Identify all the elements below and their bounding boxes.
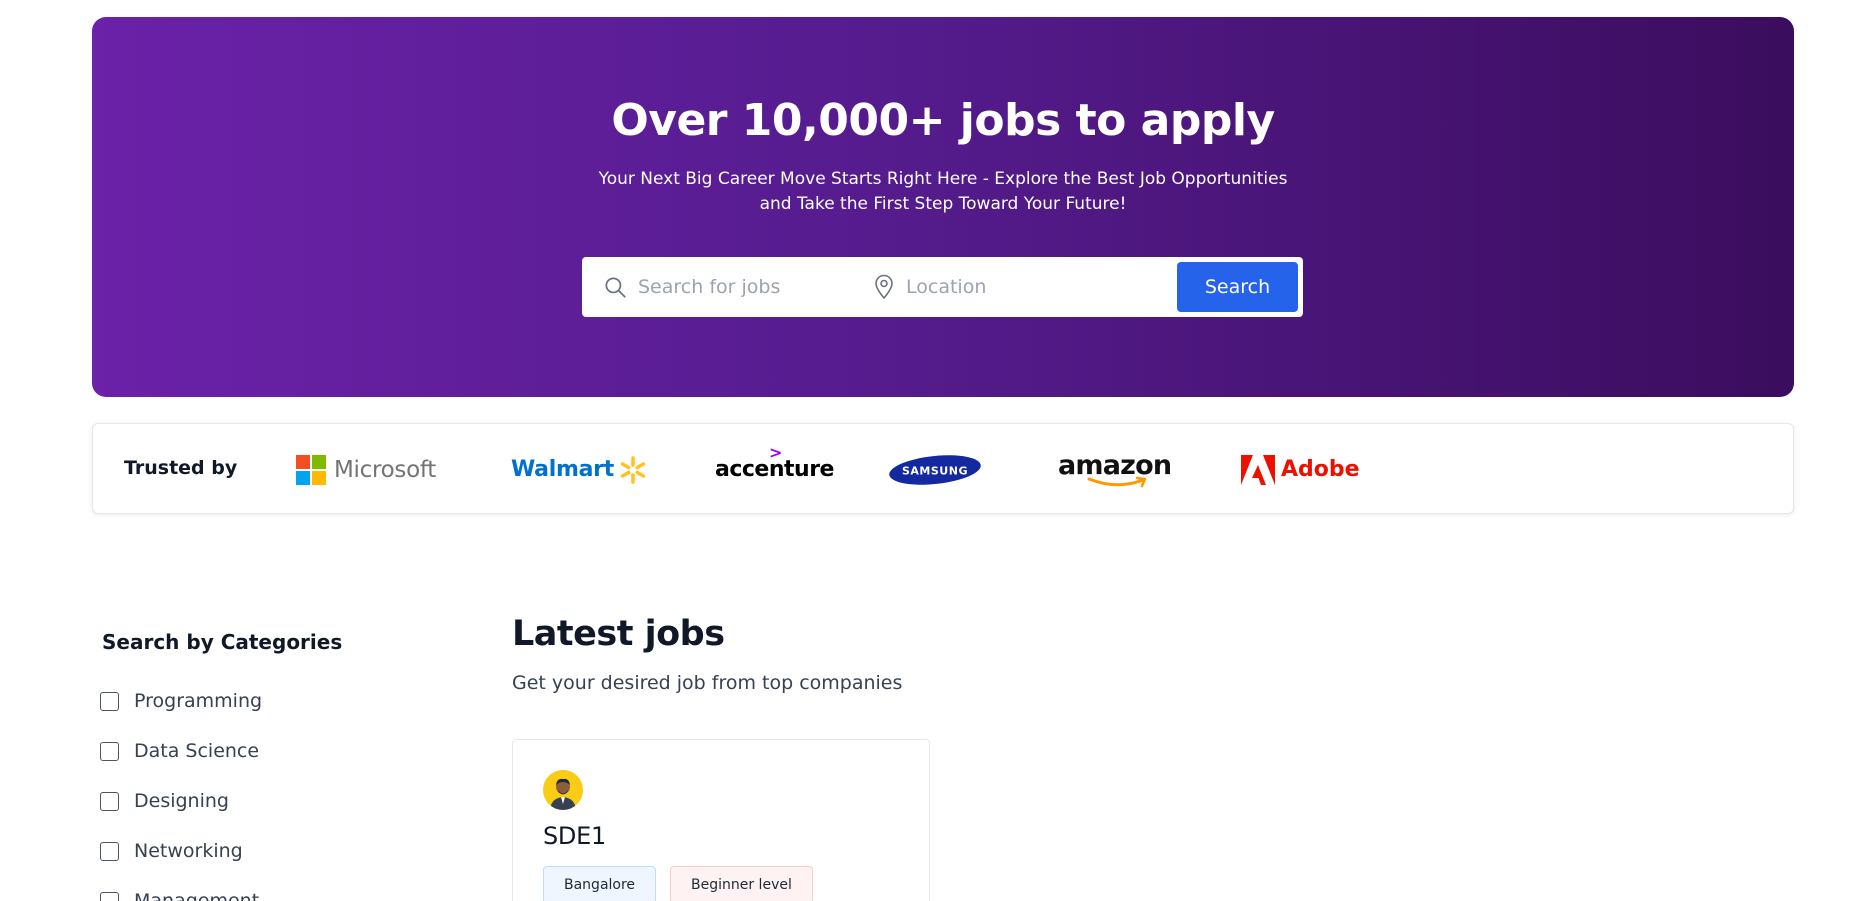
hero-banner: Over 10,000+ jobs to apply Your Next Big… <box>92 17 1794 397</box>
category-list: Programming Data Science Designing Netwo… <box>100 676 262 901</box>
location-search-field <box>862 257 1154 317</box>
category-label: Designing <box>134 790 229 812</box>
samsung-logo: SAMSUNG <box>888 424 982 515</box>
latest-jobs-title: Latest jobs <box>512 614 725 654</box>
category-item-programming[interactable]: Programming <box>100 676 262 726</box>
category-checkbox[interactable] <box>100 891 119 901</box>
samsung-ellipse-icon: SAMSUNG <box>889 454 981 485</box>
accenture-chevron-icon: > <box>769 443 782 462</box>
category-item-management[interactable]: Management <box>100 876 262 901</box>
microsoft-windows-icon <box>296 454 326 485</box>
job-title: SDE1 <box>543 822 606 850</box>
microsoft-logo: Microsoft <box>296 424 436 515</box>
job-search-input[interactable] <box>638 276 838 298</box>
job-search-field <box>582 257 862 317</box>
trusted-by-label: Trusted by <box>124 457 238 479</box>
search-icon <box>605 277 626 298</box>
samsung-wordmark: SAMSUNG <box>902 464 968 477</box>
amazon-smile-icon <box>1087 476 1146 487</box>
category-label: Management <box>134 890 260 901</box>
search-bar: Search <box>582 257 1303 317</box>
adobe-logo: Adobe <box>1241 424 1360 515</box>
adobe-wordmark: Adobe <box>1281 457 1360 482</box>
category-item-data-science[interactable]: Data Science <box>100 726 262 776</box>
accenture-logo: accenture > <box>715 424 834 515</box>
accenture-wordmark: accenture > <box>715 443 834 482</box>
walmart-logo: Walmart <box>511 424 648 515</box>
walmart-spark-icon <box>620 455 646 484</box>
category-label: Data Science <box>134 740 260 762</box>
categories-title: Search by Categories <box>102 630 343 654</box>
category-label: Networking <box>134 840 243 862</box>
location-pin-icon <box>875 274 893 300</box>
amazon-logo: amazon <box>1058 424 1172 515</box>
job-level-badge: Beginner level <box>670 866 813 901</box>
person-avatar-icon <box>543 770 583 810</box>
hero-title: Over 10,000+ jobs to apply <box>611 95 1275 146</box>
category-checkbox[interactable] <box>100 741 119 761</box>
category-checkbox[interactable] <box>100 841 119 861</box>
category-item-networking[interactable]: Networking <box>100 826 262 876</box>
category-item-designing[interactable]: Designing <box>100 776 262 826</box>
microsoft-wordmark: Microsoft <box>334 456 436 483</box>
hero-subtitle: Your Next Big Career Move Starts Right H… <box>598 169 1288 214</box>
category-checkbox[interactable] <box>100 691 119 711</box>
trusted-by-bar: Trusted by Microsoft Walmart accenture > <box>92 423 1794 514</box>
adobe-a-icon <box>1241 454 1275 485</box>
search-button[interactable]: Search <box>1177 262 1298 312</box>
job-location-badge: Bangalore <box>543 866 657 901</box>
latest-jobs-subtitle: Get your desired job from top companies <box>512 672 903 694</box>
category-checkbox[interactable] <box>100 791 119 811</box>
walmart-wordmark: Walmart <box>511 457 614 482</box>
category-label: Programming <box>134 690 263 712</box>
job-card[interactable]: SDE1 Bangalore Beginner level <box>512 739 930 901</box>
location-input[interactable] <box>906 276 1106 298</box>
